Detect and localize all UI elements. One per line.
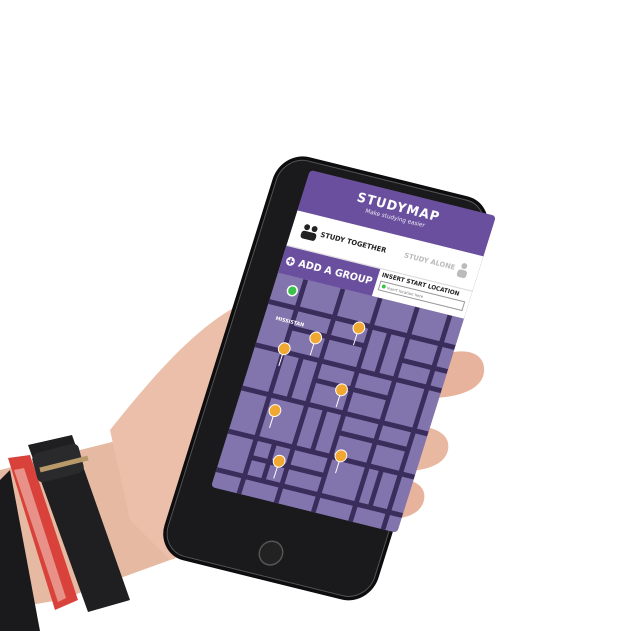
plus-circle-icon [285,256,295,266]
single-person-icon [457,263,468,279]
study-alone-label: STUDY ALONE [403,251,457,272]
map-pin-icon [309,331,323,356]
study-together-label: STUDY TOGETHER [319,230,388,255]
study-alone-button[interactable]: STUDY ALONE [402,248,471,279]
photo-scene: STUDYMAP Make studying easier STUDY TOGE… [0,0,631,631]
location-dot-icon [380,284,386,289]
current-location-marker[interactable] [286,285,298,297]
group-people-icon [300,224,318,241]
